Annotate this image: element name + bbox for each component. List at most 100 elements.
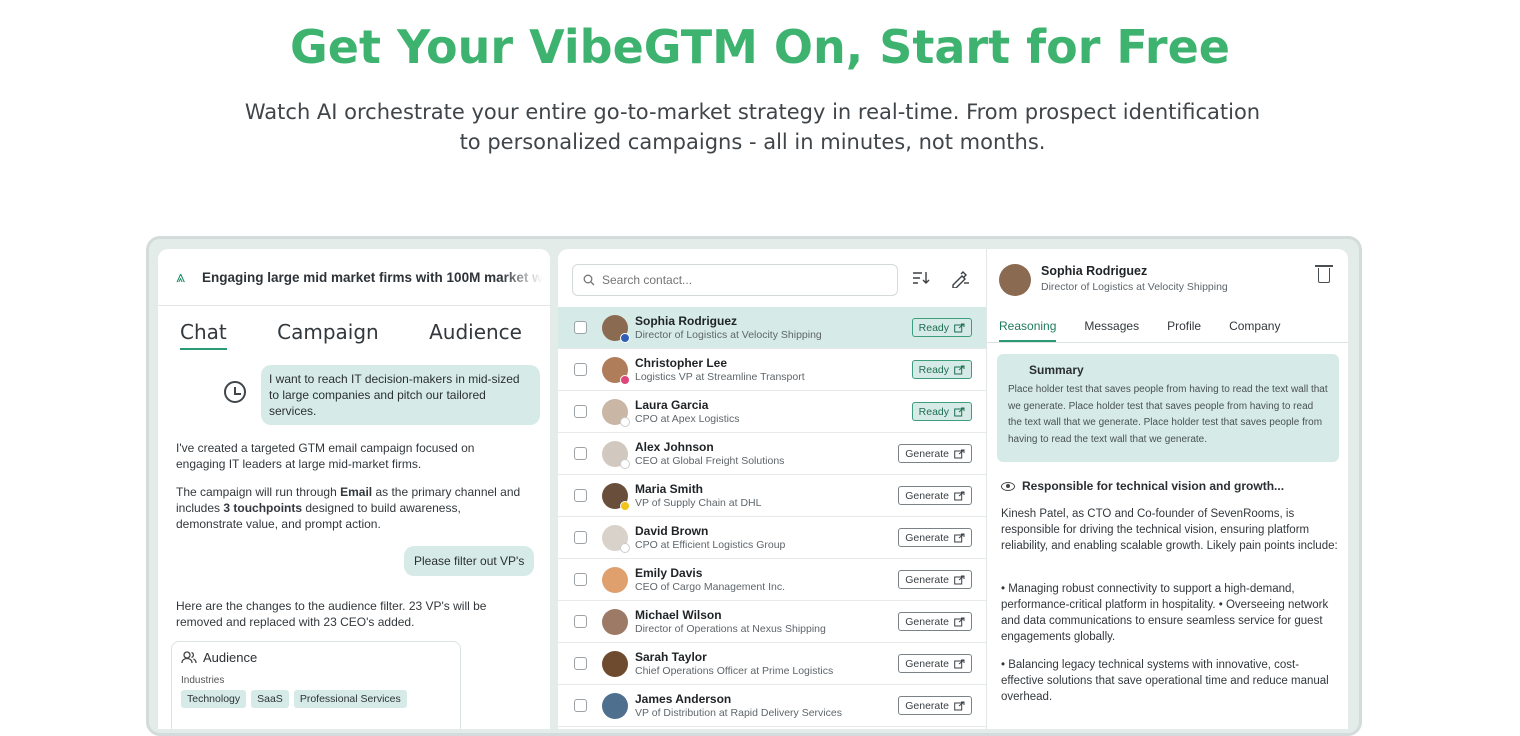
send-icon bbox=[954, 407, 965, 416]
user-message: Please filter out VP's bbox=[404, 546, 535, 576]
contact-info: Sophia Rodriguez Director of Logistics at… bbox=[635, 314, 822, 341]
send-icon bbox=[954, 701, 965, 710]
row-checkbox[interactable] bbox=[574, 531, 587, 544]
history-icon[interactable] bbox=[224, 381, 246, 403]
table-row[interactable]: Laura Garcia CPO at Apex Logistics Ready bbox=[558, 391, 986, 433]
row-checkbox[interactable] bbox=[574, 405, 587, 418]
contact-info: Sarah Taylor Chief Operations Officer at … bbox=[635, 650, 833, 677]
avatar bbox=[602, 440, 630, 469]
chat-tabs: Chat Campaign Audience bbox=[158, 306, 550, 350]
table-row[interactable]: James Anderson VP of Distribution at Rapi… bbox=[558, 685, 986, 727]
generate-button[interactable]: Generate bbox=[898, 612, 972, 631]
contact-role: Chief Operations Officer at Prime Logist… bbox=[635, 665, 834, 677]
row-checkbox[interactable] bbox=[574, 447, 587, 460]
table-row[interactable]: Sophia Rodriguez Director of Logistics at… bbox=[558, 307, 986, 349]
eye-icon bbox=[1001, 481, 1015, 491]
search-box[interactable] bbox=[572, 264, 898, 296]
user-message: I want to reach IT decision-makers in mi… bbox=[261, 365, 540, 425]
contact-name: Laura Garcia bbox=[635, 398, 709, 412]
status-label: Generate bbox=[905, 447, 949, 460]
row-checkbox[interactable] bbox=[574, 657, 587, 670]
audience-card-title: Audience bbox=[181, 650, 451, 665]
row-checkbox[interactable] bbox=[574, 615, 587, 628]
tab-company[interactable]: Company bbox=[1229, 311, 1280, 342]
send-icon bbox=[954, 659, 965, 668]
status-label: Ready bbox=[918, 405, 949, 418]
users-icon bbox=[181, 651, 197, 664]
generate-button[interactable]: Generate bbox=[898, 654, 972, 673]
row-checkbox[interactable] bbox=[574, 699, 587, 712]
responsibility-heading[interactable]: Responsible for technical vision and gro… bbox=[1001, 479, 1284, 493]
send-icon bbox=[954, 323, 965, 332]
status-label: Generate bbox=[905, 699, 949, 712]
contact-name: Maria Smith bbox=[635, 482, 704, 496]
table-row[interactable]: David Brown CPO at Efficient Logistics Gr… bbox=[558, 517, 986, 559]
reasoning-paragraph: Kinesh Patel, as CTO and Co-founder of S… bbox=[1001, 508, 1338, 552]
reasoning-paragraph: • Balancing legacy technical systems wit… bbox=[1001, 659, 1329, 703]
tab-reasoning[interactable]: Reasoning bbox=[999, 311, 1057, 342]
chat-title: Engaging large mid market firms with 100… bbox=[202, 269, 542, 285]
contact-name: Sarah Taylor bbox=[635, 650, 707, 664]
contact-info: Alex Johnson CEO at Global Freight Soluti… bbox=[635, 440, 784, 467]
trash-icon[interactable] bbox=[1315, 265, 1333, 283]
sort-icon[interactable] bbox=[912, 270, 930, 291]
status-label: Ready bbox=[918, 363, 949, 376]
ai-message: Here are the changes to the audience fil… bbox=[176, 599, 487, 629]
tab-campaign[interactable]: Campaign bbox=[277, 320, 379, 350]
contact-info: Emily Davis CEO of Cargo Management Inc. bbox=[635, 566, 785, 593]
row-checkbox[interactable] bbox=[574, 573, 587, 586]
chat-panel: ⩓ Engaging large mid market firms with 1… bbox=[158, 249, 550, 729]
contact-name: Christopher Lee bbox=[635, 356, 728, 370]
contact-role: Logistics VP at Streamline Transport bbox=[635, 371, 805, 383]
chat-header: ⩓ Engaging large mid market firms with 1… bbox=[158, 249, 550, 306]
search-input[interactable] bbox=[602, 273, 882, 287]
generate-button[interactable]: Generate bbox=[898, 486, 972, 505]
contact-name: Emily Davis bbox=[635, 566, 703, 580]
contact-role: CPO at Apex Logistics bbox=[635, 413, 740, 425]
contact-name: David Brown bbox=[635, 524, 709, 538]
generate-button[interactable]: Generate bbox=[898, 696, 972, 715]
table-row[interactable]: Christopher Lee Logistics VP at Streamlin… bbox=[558, 349, 986, 391]
detail-tabs: Reasoning Messages Profile Company bbox=[987, 311, 1348, 343]
audience-title: Audience bbox=[203, 650, 258, 665]
contacts-panel: Sophia RodriguezDirector of Logistics at… bbox=[558, 249, 986, 729]
tab-profile[interactable]: Profile bbox=[1167, 311, 1201, 342]
ready-button[interactable]: Ready bbox=[911, 318, 972, 337]
generate-button[interactable]: Generate bbox=[898, 444, 972, 463]
summary-body: Place holder test that saves people from… bbox=[1008, 384, 1328, 445]
chip: Professional Services bbox=[293, 690, 407, 708]
table-row[interactable]: Maria Smith VP of Supply Chain at DHL Gene… bbox=[558, 475, 986, 517]
table-row[interactable]: Sarah Taylor Chief Operations Officer at … bbox=[558, 643, 986, 685]
send-icon bbox=[954, 533, 965, 542]
contact-list: Sophia Rodriguez Director of Logistics at… bbox=[558, 307, 986, 727]
contact-info: Christopher Lee Logistics VP at Streamlin… bbox=[635, 356, 805, 383]
tab-audience[interactable]: Audience bbox=[429, 320, 522, 350]
avatar bbox=[602, 524, 630, 553]
generate-button[interactable]: Generate bbox=[898, 570, 972, 589]
magic-edit-icon[interactable] bbox=[950, 270, 970, 293]
ready-button[interactable]: Ready bbox=[911, 360, 972, 379]
contact-role: CEO at Global Freight Solutions bbox=[635, 455, 785, 467]
tab-chat[interactable]: Chat bbox=[180, 320, 227, 350]
row-checkbox[interactable] bbox=[574, 489, 587, 502]
generate-button[interactable]: Generate bbox=[898, 528, 972, 547]
row-checkbox[interactable] bbox=[574, 321, 587, 334]
row-checkbox[interactable] bbox=[574, 363, 587, 376]
status-label: Generate bbox=[905, 531, 949, 544]
logo-icon: ⩓ bbox=[176, 267, 186, 286]
table-row[interactable]: Alex Johnson CEO at Global Freight Soluti… bbox=[558, 433, 986, 475]
avatar bbox=[602, 398, 630, 427]
table-row[interactable]: Emily Davis CEO of Cargo Management Inc. G… bbox=[558, 559, 986, 601]
contact-info: Maria Smith VP of Supply Chain at DHL bbox=[635, 482, 761, 509]
table-row[interactable]: Michael Wilson Director of Operations at … bbox=[558, 601, 986, 643]
industries-label: Industries bbox=[181, 675, 225, 686]
ready-button[interactable]: Ready bbox=[911, 402, 972, 421]
contact-role: CEO of Cargo Management Inc. bbox=[635, 581, 785, 593]
audience-card[interactable]: Audience Industries Technology SaaS Prof… bbox=[171, 641, 461, 729]
tab-messages[interactable]: Messages bbox=[1084, 311, 1139, 342]
ai-message: The campaign will run through Email as t… bbox=[176, 485, 521, 531]
industry-chips: Technology SaaS Professional Services bbox=[181, 690, 451, 708]
detail-panel: Sophia Rodriguez Director of Logistics a… bbox=[986, 249, 1348, 729]
avatar bbox=[602, 650, 628, 677]
hero-subtitle-line1: Watch AI orchestrate your entire go-to-m… bbox=[244, 100, 1261, 124]
